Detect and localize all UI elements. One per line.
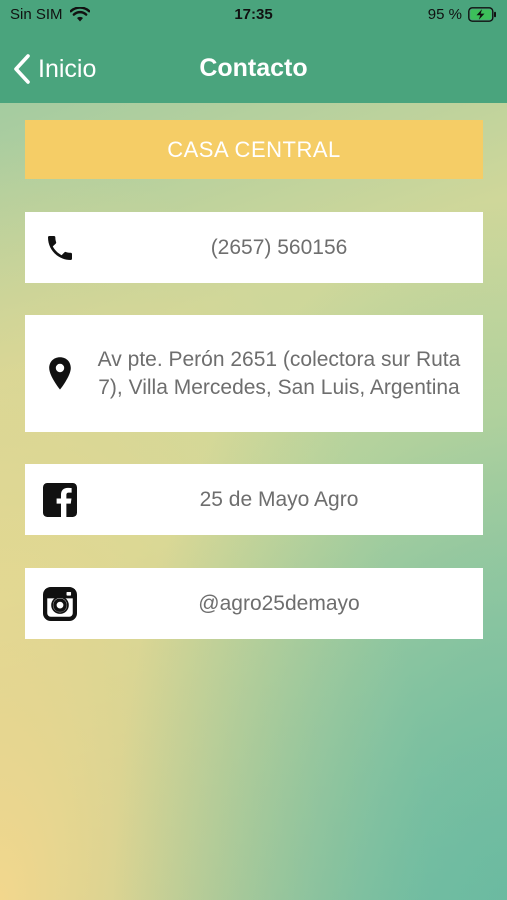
instagram-handle: @agro25demayo: [198, 591, 360, 615]
contact-instagram-card[interactable]: @agro25demayo: [25, 568, 483, 639]
section-header: CASA CENTRAL: [25, 120, 483, 179]
nav-bar: Inicio Contacto: [0, 40, 507, 98]
page-title-text: Contacto: [199, 54, 308, 82]
phone-icon: [42, 230, 78, 266]
facebook-icon: [42, 482, 78, 518]
contact-phone-card[interactable]: (2657) 560156: [25, 212, 483, 283]
section-header-label: CASA CENTRAL: [167, 136, 341, 162]
status-bar: Sin SIM 17:35 95 %: [0, 0, 507, 30]
instagram-icon: [42, 586, 78, 622]
phone-number: (2657) 560156: [210, 235, 348, 259]
page-title: Contacto: [0, 54, 507, 83]
battery-charging-icon: [468, 7, 497, 22]
contact-address-card[interactable]: Av pte. Perón 2651 (colectora sur Ruta 7…: [25, 315, 483, 432]
address-text: Av pte. Perón 2651 (colectora sur Ruta 7…: [97, 347, 461, 399]
location-pin-icon: [42, 356, 78, 392]
contact-facebook-card[interactable]: 25 de Mayo Agro: [25, 464, 483, 535]
facebook-page: 25 de Mayo Agro: [199, 487, 359, 511]
top-bar: Sin SIM 17:35 95 % Inicio Contacto: [0, 0, 507, 103]
battery-percent: 95 %: [427, 6, 462, 23]
status-right: 95 %: [428, 6, 497, 23]
